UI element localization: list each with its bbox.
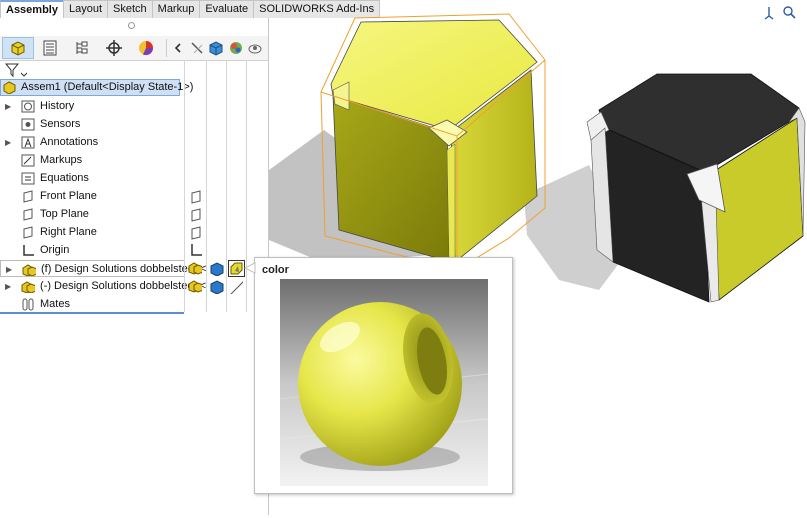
property-manager-tab[interactable] xyxy=(34,37,66,59)
display-mode-icon[interactable] xyxy=(210,262,224,276)
tab-assembly[interactable]: Assembly xyxy=(0,0,64,19)
property-manager-icon xyxy=(43,40,57,56)
expand-arrow-icon[interactable]: ▶ xyxy=(5,278,11,295)
tab-markup[interactable]: Markup xyxy=(151,0,201,18)
expand-arrow-icon[interactable]: ▶ xyxy=(6,261,12,278)
appearance-button[interactable] xyxy=(228,40,244,56)
tree-item-label: Sensors xyxy=(40,118,81,130)
tree-item-label: Right Plane xyxy=(40,226,97,238)
yellow-die[interactable] xyxy=(320,13,546,271)
tree-item-label: Equations xyxy=(40,172,89,184)
display-manager-tab[interactable] xyxy=(130,37,162,59)
equations-icon xyxy=(21,172,35,185)
origin-icon xyxy=(23,245,34,256)
display-style-button[interactable] xyxy=(208,40,224,56)
tree-item-label: Mates xyxy=(40,298,70,310)
part-icon xyxy=(22,264,36,276)
popup-title: color xyxy=(262,264,289,276)
feature-manager-tab[interactable] xyxy=(2,37,34,59)
plane-visibility-icon[interactable] xyxy=(189,226,203,240)
popup-pointer-icon xyxy=(244,262,256,274)
mates-icon xyxy=(22,298,34,311)
annotations-icon xyxy=(21,136,35,149)
configuration-manager-tab[interactable] xyxy=(66,37,98,59)
expand-arrow-icon[interactable]: ▶ xyxy=(5,98,11,115)
history-icon xyxy=(21,100,35,113)
tree-item-label: (f) Design Solutions dobbelsteen< xyxy=(41,263,207,275)
hide-edges-icon xyxy=(191,42,203,54)
plane-icon xyxy=(23,226,33,239)
component-visibility-icon[interactable] xyxy=(188,261,202,275)
appearance-tooltip-popup: color xyxy=(254,257,513,494)
feature-manager-panel: Assem1 (Default<Display State-1>) ▶ Hist… xyxy=(0,18,269,515)
scene-button[interactable] xyxy=(247,40,263,56)
tree-item-label: Origin xyxy=(40,244,70,256)
appearance-edit-icon[interactable] xyxy=(228,260,245,277)
filter-icon xyxy=(4,63,28,78)
markups-icon xyxy=(21,154,35,167)
plane-icon xyxy=(23,190,33,203)
appearance-preview-image xyxy=(280,279,488,486)
dimxpert-icon xyxy=(106,40,122,56)
configuration-manager-icon xyxy=(76,41,88,54)
sensors-icon xyxy=(21,118,35,131)
tree-item-label: (-) Design Solutions dobbelsteen< xyxy=(40,280,207,292)
tree-item-label: History xyxy=(40,100,75,112)
plane-visibility-icon[interactable] xyxy=(189,208,203,222)
origin-visibility-icon[interactable] xyxy=(189,243,203,257)
dimxpert-manager-tab[interactable] xyxy=(98,37,130,59)
display-mode-icon[interactable] xyxy=(210,280,224,294)
tree-rollback-bar[interactable] xyxy=(0,312,184,314)
tree-item-label: Top Plane xyxy=(40,208,89,220)
tree-root-label: Assem1 (Default<Display State-1>) xyxy=(21,81,194,93)
shaded-cube-icon xyxy=(209,41,223,56)
hide-show-items-button[interactable] xyxy=(189,40,205,56)
tree-item-label: Annotations xyxy=(40,136,99,148)
view-orientation-icon[interactable] xyxy=(762,4,802,22)
dark-die[interactable] xyxy=(586,73,806,303)
feature-manager-icon xyxy=(11,41,25,56)
tab-layout[interactable]: Layout xyxy=(62,0,109,18)
plane-visibility-icon[interactable] xyxy=(189,190,203,204)
scene-icon xyxy=(248,44,262,54)
assembly-icon xyxy=(3,81,16,94)
tree-item-component-f[interactable]: ▶ (f) Design Solutions dobbelsteen< xyxy=(0,260,206,278)
plane-icon xyxy=(23,208,33,221)
viewport-heads-up-toolbar xyxy=(762,4,802,25)
expand-arrow-icon[interactable]: ▶ xyxy=(5,134,11,151)
panel-grip-handle[interactable] xyxy=(128,22,135,29)
tab-sketch[interactable]: Sketch xyxy=(107,0,153,18)
collapse-panel-button[interactable] xyxy=(170,40,186,56)
tree-item-label: Markups xyxy=(40,154,83,166)
manager-toolbar xyxy=(0,36,268,61)
filter-button[interactable] xyxy=(4,62,28,78)
part-icon xyxy=(21,281,35,293)
display-manager-icon xyxy=(139,41,154,56)
chevron-left-icon xyxy=(174,43,181,53)
component-visibility-icon[interactable] xyxy=(188,279,202,293)
appearance-sphere-icon xyxy=(230,42,242,54)
transparency-icon[interactable] xyxy=(229,280,243,294)
tab-evaluate[interactable]: Evaluate xyxy=(199,0,255,18)
tree-item-label: Front Plane xyxy=(40,190,97,202)
